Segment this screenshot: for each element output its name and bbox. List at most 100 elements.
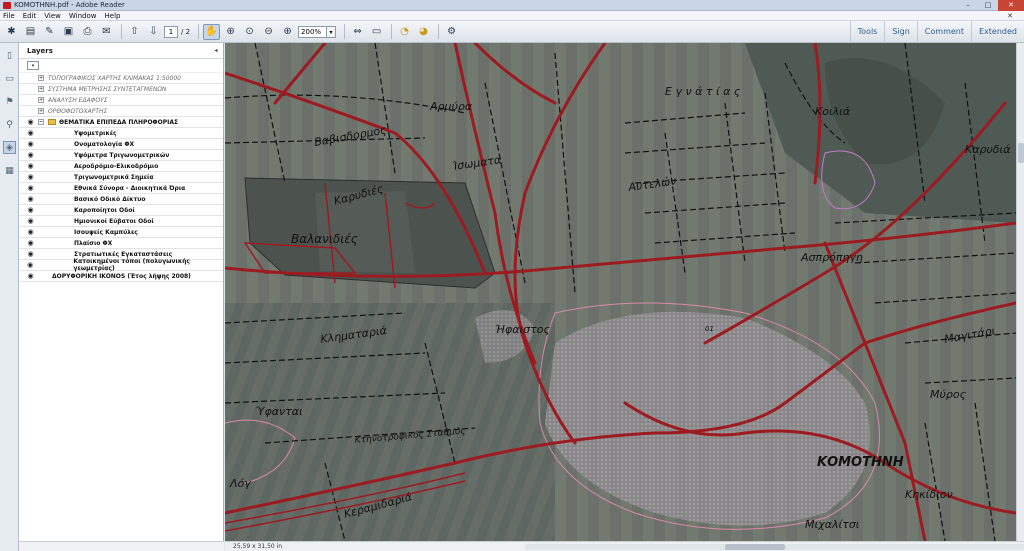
dynamic-zoom-icon[interactable]: ⊙ — [241, 24, 258, 40]
layer-row[interactable]: ◉ Εθνικά Σύνορα - Διοικητικά Όρια — [19, 183, 223, 194]
eye-icon[interactable]: ◉ — [26, 184, 35, 192]
orthophoto-map[interactable]: Ε γ ν ά τ ί α ς Αρμύρα Κοιλιά Καρυδιά Βα… — [225, 43, 1016, 541]
layer-row[interactable]: ◉ − ΘΕΜΑΤΙΚΑ ΕΠΙΠΕΔΑ ΠΛΗΡΟΦΟΡΙΑΣ — [19, 117, 223, 128]
sign-tab[interactable]: Sign — [884, 21, 916, 43]
layer-row[interactable]: ◉ ΔΟΡΥΦΟΡΙΚΗ IKONOS (Έτος λήψης 2008) — [19, 271, 223, 282]
marquee-zoom-icon[interactable]: ⊕ — [222, 24, 239, 40]
model-tree-icon[interactable]: ▦ — [3, 164, 16, 177]
layer-label: Ονοματολογία ΦΧ — [74, 140, 135, 148]
eye-icon[interactable]: ◉ — [26, 140, 35, 148]
expand-icon[interactable]: + — [38, 86, 44, 92]
map-label: ΚΟΜΟΤΗΝΗ — [817, 455, 904, 470]
layers-panel-footer — [19, 541, 224, 551]
tools-tab[interactable]: Tools — [849, 21, 885, 43]
page-thumbnails-icon[interactable]: ▯ — [3, 49, 16, 62]
eye-icon[interactable]: ◉ — [26, 206, 35, 214]
comment-icon[interactable]: ◔ — [396, 24, 413, 40]
layer-row[interactable]: ◉ Πλαίσιο ΦΧ — [19, 238, 223, 249]
zoom-out-icon[interactable]: ⊖ — [260, 24, 277, 40]
document-viewport[interactable]: Ε γ ν ά τ ί α ς Αρμύρα Κοιλιά Καρυδιά Βα… — [225, 43, 1016, 541]
zoom-level-input[interactable]: 200% — [298, 25, 328, 38]
eye-icon[interactable]: ◉ — [26, 173, 35, 181]
options-menu-icon[interactable]: ▾ — [27, 61, 39, 70]
print-icon[interactable]: ⎙ — [79, 24, 96, 40]
layers-panel-header: Layers ◂ — [19, 43, 223, 59]
highlight-icon[interactable]: ◕ — [415, 24, 432, 40]
layer-row[interactable]: ◉ Καροποίητοι Οδοί — [19, 205, 223, 216]
folder-icon — [48, 119, 56, 125]
collapse-icon[interactable]: − — [38, 119, 44, 125]
layer-label: ΣΥΣΤΗΜΑ ΜΕΤΡΗΣΗΣ ΣΥΝΤΕΤΑΓΜΕΝΩΝ — [48, 85, 167, 93]
eye-icon[interactable]: ◉ — [26, 129, 35, 137]
thumbnails-icon[interactable]: ▭ — [3, 72, 16, 85]
edit-document-icon[interactable]: ✎ — [41, 24, 58, 40]
layers-title: Layers — [27, 47, 53, 55]
fit-page-icon[interactable]: ⇔ — [349, 24, 366, 40]
hand-tool-icon[interactable]: ✋ — [203, 23, 221, 40]
expand-icon[interactable]: + — [38, 108, 44, 114]
layer-row[interactable]: ◉ Υψομετρικές — [19, 128, 223, 139]
toolbar-divider — [121, 24, 122, 39]
eye-icon[interactable]: ◉ — [26, 239, 35, 247]
map-label: Κοιλιά — [815, 105, 851, 118]
expand-icon[interactable]: + — [38, 97, 44, 103]
comment-tab[interactable]: Comment — [916, 21, 971, 43]
eye-icon[interactable]: ◉ — [26, 261, 34, 269]
layer-label: ΟΡΘΟΦΩΤΟΧΑΡΤΗΣ — [48, 107, 108, 115]
menu-help[interactable]: Help — [105, 11, 121, 20]
map-label: Ύφανται — [255, 405, 303, 418]
menu-window[interactable]: Window — [69, 11, 97, 20]
layers-icon[interactable]: ◈ — [3, 141, 16, 154]
layer-row[interactable]: ◉ Υψόμετρα Τριγωνομετρικών — [19, 150, 223, 161]
previous-page-icon[interactable]: ⇧ — [126, 24, 143, 40]
bookmarks-icon[interactable]: ⚑ — [3, 95, 16, 108]
email-icon[interactable]: ✉ — [98, 24, 115, 40]
eye-icon[interactable]: ◉ — [26, 228, 35, 236]
eye-icon[interactable]: ◉ — [26, 162, 35, 170]
menu-view[interactable]: View — [44, 11, 61, 20]
eye-icon[interactable]: ◉ — [26, 250, 35, 258]
close-button[interactable]: ✕ — [998, 0, 1024, 11]
menu-file[interactable]: File — [3, 11, 15, 20]
layer-row[interactable]: ◉ Ονοματολογία ΦΧ — [19, 139, 223, 150]
layer-row[interactable]: ◉ Τριγωνομετρικά Σημεία — [19, 172, 223, 183]
layer-row[interactable]: + ΣΥΣΤΗΜΑ ΜΕΤΡΗΣΗΣ ΣΥΝΤΕΤΑΓΜΕΝΩΝ — [19, 84, 223, 95]
layer-row[interactable]: + ΤΟΠΟΓΡΑΦΙΚΟΣ ΧΑΡΤΗΣ ΚΛΙΜΑΚΑΣ 1:50000 — [19, 73, 223, 84]
extended-tab[interactable]: Extended — [971, 21, 1024, 43]
next-page-icon[interactable]: ⇩ — [145, 24, 162, 40]
minimize-button[interactable]: – — [958, 0, 978, 11]
menu-edit[interactable]: Edit — [23, 11, 37, 20]
zoom-in-icon[interactable]: ⊕ — [279, 24, 296, 40]
layer-row[interactable]: + ΟΡΘΟΦΩΤΟΧΑΡΤΗΣ — [19, 106, 223, 117]
toolbar-divider — [391, 24, 393, 39]
layer-row[interactable]: + ΑΝΑΛΥΣΗ ΕΔΑΦΟΥΣ — [19, 95, 223, 106]
save-icon[interactable]: ▣ — [60, 24, 77, 40]
layer-row[interactable]: ◉ Ημιονικοί Εύβατοι Οδοί — [19, 216, 223, 227]
collapse-panel-icon[interactable]: ◂ — [212, 47, 220, 55]
layer-row[interactable]: ◉ Βασικό Οδικό Δίκτυο — [19, 194, 223, 205]
open-file-icon[interactable]: ▤ — [22, 24, 39, 40]
maximize-button[interactable]: □ — [978, 0, 998, 11]
fit-width-icon[interactable]: ▭ — [368, 24, 385, 40]
eye-icon[interactable]: ◉ — [26, 195, 35, 203]
collaborate-icon[interactable]: ⚙ — [443, 24, 460, 40]
layer-row[interactable]: ◉ Κατοικημένοι τόποι (πολυγωνικής γεωμετρ… — [19, 258, 223, 272]
scrollbar-thumb[interactable] — [1018, 143, 1024, 163]
attachments-icon[interactable]: ⚲ — [3, 118, 16, 131]
eye-icon[interactable]: ◉ — [26, 272, 35, 280]
expand-icon[interactable]: + — [38, 75, 44, 81]
page-number-input[interactable]: 1 — [164, 25, 178, 38]
eye-icon[interactable]: ◉ — [26, 118, 35, 126]
vertical-scrollbar[interactable] — [1016, 43, 1024, 541]
scrollbar-thumb[interactable] — [725, 544, 785, 550]
horizontal-scrollbar[interactable] — [525, 544, 1024, 550]
create-pdf-icon[interactable]: ✱ — [3, 24, 20, 40]
eye-icon[interactable]: ◉ — [26, 217, 35, 225]
eye-icon[interactable]: ◉ — [26, 151, 35, 159]
layer-label: ΑΝΑΛΥΣΗ ΕΔΑΦΟΥΣ — [48, 96, 108, 104]
layer-row[interactable]: ◉ Αεροδρόμιο-Ελικοδρόμιο — [19, 161, 223, 172]
zoom-dropdown-icon[interactable]: ▾ — [327, 25, 337, 38]
layer-row[interactable]: ◉ Ισουψείς Καμπύλες — [19, 227, 223, 238]
layer-label: Αεροδρόμιο-Ελικοδρόμιο — [74, 162, 159, 170]
document-close-icon[interactable]: ✕ — [1007, 11, 1013, 21]
